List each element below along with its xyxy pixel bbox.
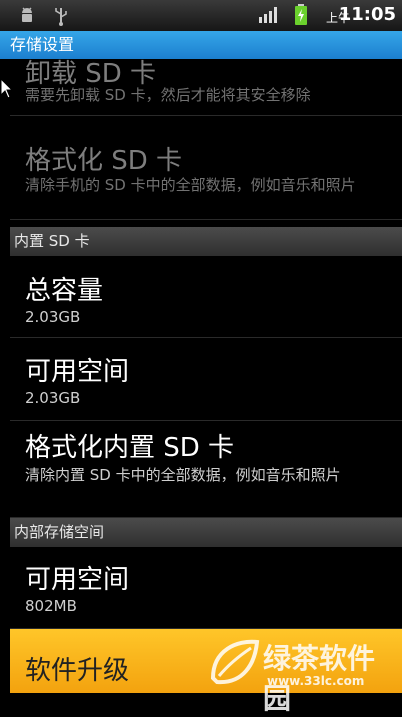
leaf-icon	[210, 639, 260, 685]
available-space-title: 可用空间	[25, 357, 130, 387]
watermark-url: www.33lc.com	[267, 674, 365, 688]
format-sd-summary: 清除手机的 SD 卡中的全部数据，例如音乐和照片	[25, 176, 356, 194]
unmount-sd-item[interactable]: 卸载 SD 卡 需要先卸载 SD 卡，然后才能将其安全移除	[10, 59, 402, 116]
internal-sd-header: 内置 SD 卡	[10, 227, 402, 256]
internal-available-value: 802MB	[25, 597, 77, 615]
unmount-sd-summary: 需要先卸载 SD 卡，然后才能将其安全移除	[25, 86, 311, 104]
page-title: 存储设置	[0, 31, 402, 59]
internal-storage-header: 内部存储空间	[10, 518, 402, 547]
android-debug-icon	[18, 6, 36, 24]
total-capacity-value: 2.03GB	[25, 308, 81, 326]
available-space-value: 2.03GB	[25, 389, 81, 407]
format-internal-sd-item[interactable]: 格式化内置 SD 卡 清除内置 SD 卡中的全部数据，例如音乐和照片	[10, 421, 402, 518]
signal-icon	[258, 6, 280, 24]
battery-charging-icon	[294, 4, 308, 26]
total-capacity-item[interactable]: 总容量 2.03GB	[10, 256, 402, 338]
total-capacity-title: 总容量	[25, 276, 104, 306]
watermark-logo: 绿茶软件园 www.33lc.com	[205, 632, 400, 715]
software-upgrade-title: 软件升级	[25, 656, 130, 686]
usb-icon	[53, 6, 69, 26]
format-sd-title: 格式化 SD 卡	[25, 146, 183, 176]
format-internal-sd-summary: 清除内置 SD 卡中的全部数据，例如音乐和照片	[25, 466, 341, 484]
settings-list[interactable]: 卸载 SD 卡 需要先卸载 SD 卡，然后才能将其安全移除 格式化 SD 卡 清…	[10, 59, 402, 693]
available-space-item[interactable]: 可用空间 2.03GB	[10, 338, 402, 421]
status-time: 11:05	[338, 4, 396, 25]
internal-available-item[interactable]: 可用空间 802MB	[10, 547, 402, 629]
format-sd-item[interactable]: 格式化 SD 卡 清除手机的 SD 卡中的全部数据，例如音乐和照片	[10, 116, 402, 220]
status-bar: 上午 11:05	[0, 0, 402, 31]
internal-available-title: 可用空间	[25, 565, 130, 595]
format-internal-sd-title: 格式化内置 SD 卡	[25, 433, 235, 463]
